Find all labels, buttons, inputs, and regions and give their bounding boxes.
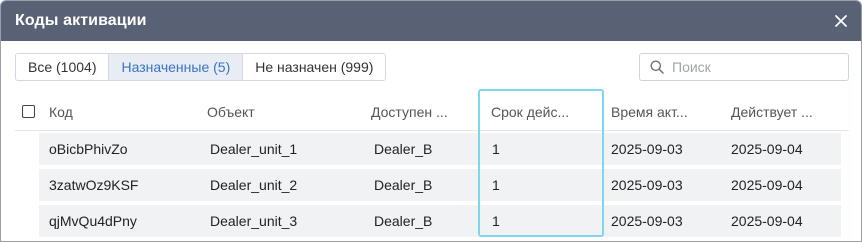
tab-assigned[interactable]: Назначенные (5)	[109, 54, 244, 80]
cell-activation-time: 2025-09-03	[611, 213, 683, 229]
titlebar: Коды активации	[1, 1, 861, 41]
search-icon	[650, 60, 664, 74]
search-input[interactable]	[672, 59, 842, 75]
cell-available: Dealer_B	[374, 141, 433, 157]
cell-activation-time: 2025-09-03	[611, 177, 683, 193]
table-row[interactable]: 3zatwOz9KSF Dealer_unit_2 Dealer_B 1 202…	[15, 167, 849, 203]
cell-object: Dealer_unit_3	[210, 213, 298, 229]
select-all-checkbox[interactable]	[22, 105, 35, 118]
activation-codes-dialog: Коды активации Все (1004) Назначенные (5…	[0, 0, 862, 242]
table-row[interactable]: qjMvQu4dPny Dealer_unit_3 Dealer_B 1 202…	[15, 203, 849, 239]
column-header-available[interactable]: Доступен ...	[371, 93, 448, 131]
cell-object: Dealer_unit_1	[210, 141, 298, 157]
tab-unassigned[interactable]: Не назначен (999)	[243, 54, 386, 80]
cell-available: Dealer_B	[374, 177, 433, 193]
codes-table: Код Объект Доступен ... Срок дейс... Вре…	[15, 93, 849, 239]
cell-code: qjMvQu4dPny	[49, 213, 137, 229]
cell-object: Dealer_unit_2	[210, 177, 298, 193]
cell-validity: 1	[492, 141, 500, 157]
search-box[interactable]	[639, 53, 849, 81]
dialog-content: Все (1004) Назначенные (5) Не назначен (…	[1, 41, 861, 241]
cell-validity: 1	[492, 213, 500, 229]
filter-tabs: Все (1004) Назначенные (5) Не назначен (…	[15, 53, 387, 81]
table-row[interactable]: oBicbPhivZo Dealer_unit_1 Dealer_B 1 202…	[15, 131, 849, 167]
cell-valid-until: 2025-09-04	[731, 177, 803, 193]
close-icon[interactable]	[833, 13, 849, 29]
cell-code: 3zatwOz9KSF	[49, 177, 139, 193]
cell-available: Dealer_B	[374, 213, 433, 229]
cell-validity: 1	[492, 177, 500, 193]
column-header-object[interactable]: Объект	[207, 93, 255, 131]
table-header: Код Объект Доступен ... Срок дейс... Вре…	[15, 93, 849, 131]
cell-activation-time: 2025-09-03	[611, 141, 683, 157]
column-header-valid-until[interactable]: Действует ...	[731, 93, 813, 131]
cell-valid-until: 2025-09-04	[731, 213, 803, 229]
column-header-code[interactable]: Код	[49, 93, 73, 131]
cell-valid-until: 2025-09-04	[731, 141, 803, 157]
column-header-activation-time[interactable]: Время акт...	[611, 93, 688, 131]
dialog-title: Коды активации	[15, 12, 147, 29]
column-header-validity[interactable]: Срок дейс...	[491, 93, 569, 131]
tab-all[interactable]: Все (1004)	[16, 54, 110, 80]
cell-code: oBicbPhivZo	[49, 141, 128, 157]
